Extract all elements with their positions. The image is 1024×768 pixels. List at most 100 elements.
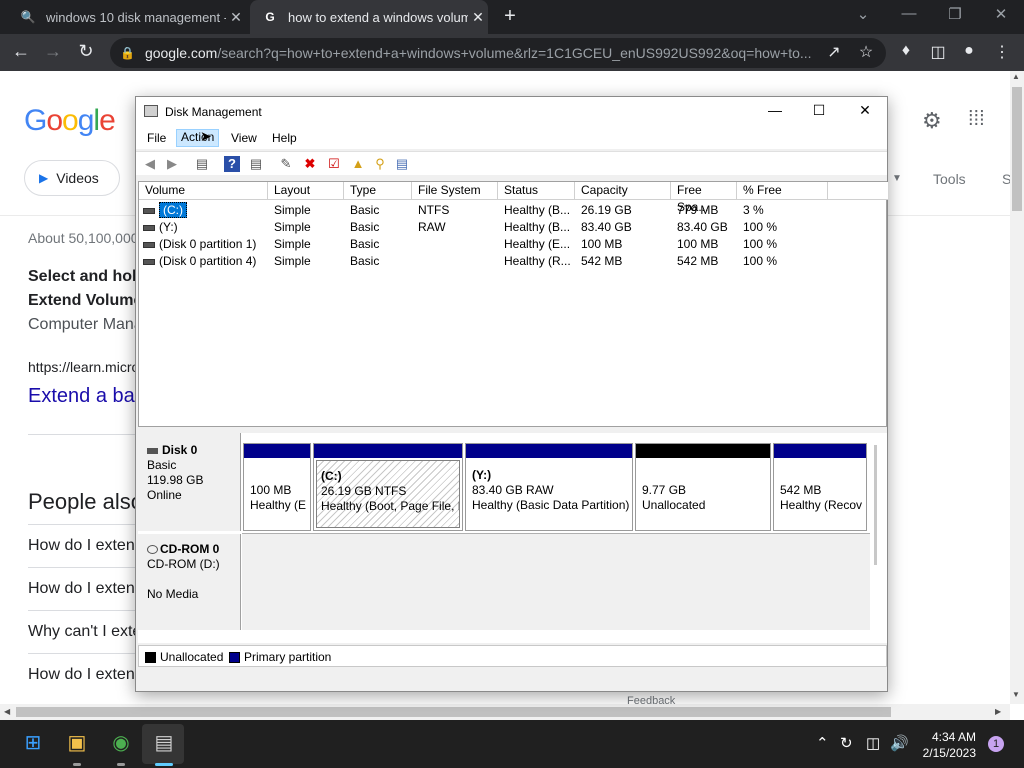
unallocated-space[interactable]: 9.77 GB Unallocated — [635, 443, 771, 531]
paa-question[interactable]: How do I exten — [28, 666, 135, 684]
minimize-icon[interactable]: — — [760, 102, 790, 118]
help-icon[interactable]: ? — [224, 156, 240, 172]
videos-filter-chip[interactable]: ▶ Videos — [24, 160, 120, 196]
new-tab-button[interactable]: + — [499, 5, 521, 28]
share-icon[interactable]: ↗ — [823, 42, 845, 62]
unallocated-swatch — [145, 652, 156, 663]
col-free-space[interactable]: Free Spa... — [671, 182, 737, 214]
forward-icon[interactable]: ▶ — [164, 156, 180, 172]
forward-arrow-icon[interactable]: → — [42, 41, 64, 62]
windows-start-icon[interactable]: ⊞ — [19, 730, 47, 758]
back-icon[interactable]: ◀ — [142, 156, 158, 172]
folder-up-icon[interactable]: ▲ — [350, 156, 366, 172]
col-volume[interactable]: Volume — [139, 182, 268, 200]
volume-icon[interactable]: 🔊 — [890, 734, 909, 752]
list-view-icon[interactable]: ▤ — [394, 156, 410, 172]
bookmark-star-icon[interactable]: ☆ — [855, 42, 877, 62]
col-layout[interactable]: Layout — [268, 182, 344, 200]
close-icon[interactable]: ✕ — [850, 102, 880, 119]
partition-y[interactable]: (Y:) 83.40 GB RAW Healthy (Basic Data Part… — [465, 443, 633, 531]
tab-disk-management-search[interactable]: 🔍 windows 10 disk management - G ✕ — [8, 0, 246, 34]
reload-icon[interactable]: ↻ — [75, 41, 97, 62]
connect-icon[interactable]: ✎ — [278, 156, 294, 172]
extensions-puzzle-icon[interactable]: ♦ — [895, 42, 917, 60]
result-title-link[interactable]: Extend a ba — [28, 385, 135, 408]
restore-icon[interactable]: ❐ — [944, 5, 966, 23]
running-indicator — [117, 763, 125, 766]
pct-cell: 100 % — [743, 254, 778, 268]
chrome-menu-icon[interactable]: ⋮ — [991, 42, 1013, 62]
address-bar[interactable]: 🔒 google.com /search?q=how+to+extend+a+w… — [110, 38, 886, 68]
scroll-left-arrow-icon[interactable]: ◀ — [4, 707, 10, 716]
profile-avatar-icon[interactable]: ● — [958, 42, 980, 60]
menu-file[interactable]: File — [147, 131, 166, 145]
show-hide-console-tree-icon[interactable]: ▤ — [194, 156, 210, 172]
capacity-cell: 26.19 GB — [581, 203, 632, 217]
tab-search-chevron-icon[interactable]: ⌄ — [852, 5, 874, 23]
disk-0-label[interactable]: Disk 0 Basic 119.98 GB Online — [138, 433, 241, 531]
graph-vertical-scrollbar[interactable] — [874, 445, 877, 565]
partition-body: 100 MB Healthy (E — [250, 483, 307, 512]
close-window-icon[interactable]: ✕ — [990, 5, 1012, 23]
google-logo[interactable]: Google — [24, 104, 116, 138]
tools-button[interactable]: Tools — [933, 171, 966, 187]
col-percent-free[interactable]: % Free — [737, 182, 828, 200]
primary-partition-bar — [774, 444, 866, 458]
file-explorer-icon[interactable]: ▣ — [63, 730, 91, 758]
notification-badge[interactable]: 1 — [988, 736, 1004, 752]
delete-icon[interactable]: ✖ — [302, 156, 318, 172]
window-title-bar[interactable]: Disk Management — ☐ ✕ — [136, 97, 887, 127]
tab-title: windows 10 disk management - G — [46, 9, 226, 25]
col-capacity[interactable]: Capacity — [575, 182, 671, 200]
col-file-system[interactable]: File System — [412, 182, 498, 200]
scroll-right-arrow-icon[interactable]: ▶ — [995, 707, 1001, 716]
menu-help[interactable]: Help — [272, 131, 297, 145]
more-chevron-icon[interactable]: ▼ — [892, 173, 902, 184]
partition-body: 9.77 GB Unallocated — [642, 483, 706, 512]
partition-recovery-efi[interactable]: 100 MB Healthy (E — [243, 443, 311, 531]
col-status[interactable]: Status — [498, 182, 575, 200]
settings-gear-icon[interactable]: ⚙ — [922, 108, 942, 134]
scroll-down-arrow-icon[interactable]: ▼ — [1012, 690, 1020, 699]
minimize-icon[interactable]: — — [898, 5, 920, 22]
tray-chevron-icon[interactable]: ⌃ — [816, 734, 829, 752]
horizontal-scroll-thumb[interactable] — [16, 707, 891, 717]
close-tab-icon[interactable]: ✕ — [468, 9, 488, 26]
system-clock[interactable]: 4:34 AM 2/15/2023 — [920, 729, 976, 761]
paa-question[interactable]: Why can't I exte — [28, 623, 141, 641]
paa-question[interactable]: How do I exten — [28, 537, 135, 555]
capacity-cell: 542 MB — [581, 254, 623, 268]
col-type[interactable]: Type — [344, 182, 412, 200]
google-apps-grid-icon[interactable]: ⁞⁞⁞ — [968, 108, 985, 131]
disk-management-taskbar-icon[interactable]: ▤ — [150, 730, 178, 758]
feedback-link[interactable]: Feedback — [627, 695, 675, 704]
people-also-ask-heading: People also — [28, 489, 143, 514]
properties-icon[interactable]: ▤ — [248, 156, 264, 172]
partition-recovery[interactable]: 542 MB Healthy (Recov — [773, 443, 867, 531]
menu-view[interactable]: View — [231, 131, 257, 145]
safesearch-partial[interactable]: S — [1002, 171, 1010, 187]
capacity-cell: 83.40 GB — [581, 220, 632, 234]
check-icon[interactable]: ☑ — [326, 156, 342, 172]
mouse-cursor-icon: ➤ — [200, 128, 212, 144]
paa-question[interactable]: How do I exten — [28, 580, 135, 598]
back-arrow-icon[interactable]: ← — [10, 41, 32, 62]
browser-tab-strip: 🔍 windows 10 disk management - G ✕ G how… — [0, 0, 1024, 34]
fs-cell: RAW — [418, 220, 446, 234]
network-icon[interactable]: ◫ — [866, 734, 880, 752]
vertical-scroll-thumb[interactable] — [1012, 87, 1022, 211]
chrome-icon[interactable]: ◉ — [107, 730, 135, 758]
partition-c[interactable]: (C:) 26.19 GB NTFS Healthy (Boot, Page Fil… — [313, 443, 463, 531]
side-panel-icon[interactable]: ◫ — [927, 42, 949, 62]
maximize-icon[interactable]: ☐ — [804, 102, 834, 119]
scroll-up-arrow-icon[interactable]: ▲ — [1012, 72, 1020, 81]
close-tab-icon[interactable]: ✕ — [226, 9, 246, 26]
tab-extend-volume-search[interactable]: G how to extend a windows volume ✕ — [250, 0, 488, 34]
result-url[interactable]: https://learn.micro — [28, 359, 139, 375]
window-title: Disk Management — [165, 105, 262, 119]
sync-icon[interactable]: ↻ — [840, 734, 853, 752]
search-folder-icon[interactable]: ⚲ — [372, 156, 388, 172]
menu-action[interactable]: Action — [176, 129, 220, 147]
clock-date: 2/15/2023 — [922, 746, 976, 760]
cdrom-0-label[interactable]: CD-ROM 0 CD-ROM (D:) No Media — [138, 534, 241, 630]
